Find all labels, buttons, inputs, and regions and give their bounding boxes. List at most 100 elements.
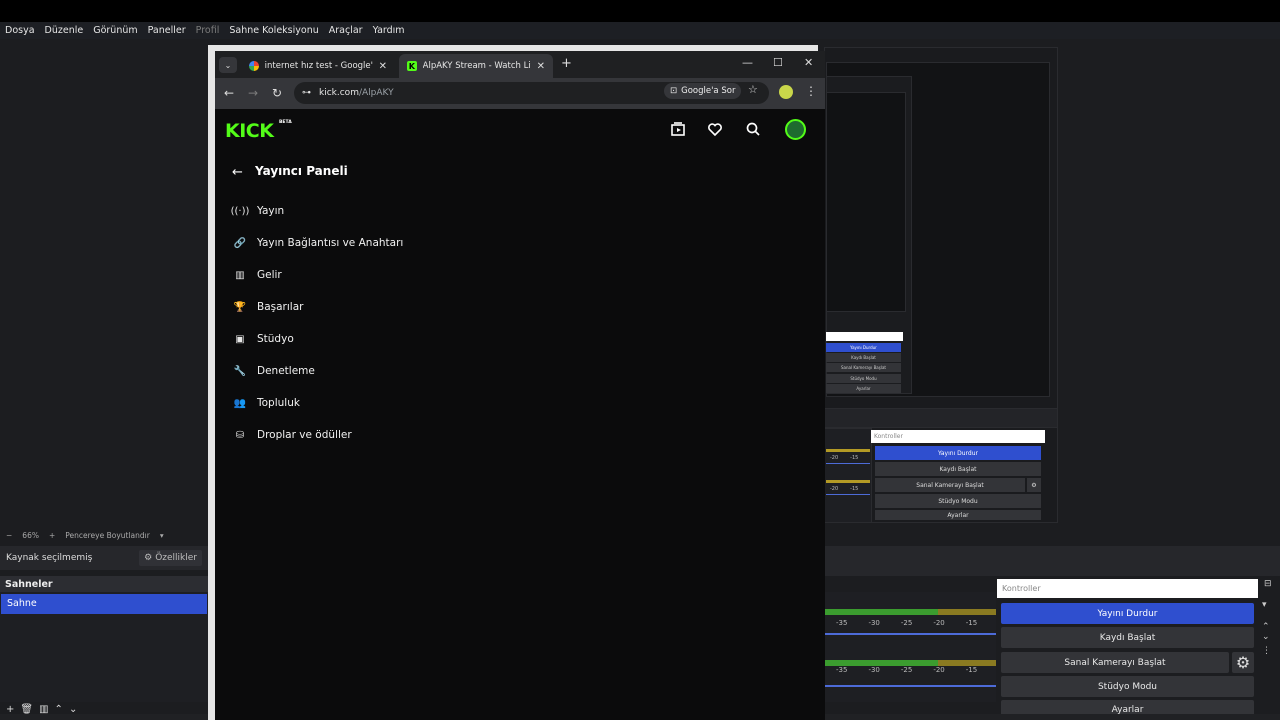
kick-logo[interactable]: KICK [225,120,274,142]
mini-settings: Ayarlar [875,510,1041,520]
close-icon[interactable]: ✕ [379,61,387,72]
user-avatar[interactable] [785,119,806,140]
menu-label: Droplar ve ödüller [257,429,352,441]
menu-item-basarilar[interactable]: 🏆 Başarılar [233,298,304,316]
zoom-row: − 66% + Pencereye Boyutlandır ▾ [0,529,208,542]
kick-header: KICK BETA [215,109,825,149]
heart-icon[interactable] [707,121,723,137]
nested-preview-inner-3 [826,92,906,312]
filter-icon[interactable]: ▥ [39,704,48,715]
chrome-profile-avatar[interactable] [779,85,793,99]
dock-header-bar [824,546,1280,576]
chevron-up-icon[interactable]: ⌃ [1262,622,1270,632]
zoom-out-button[interactable]: − [6,531,12,540]
menu-yardim[interactable]: Yardım [373,25,405,36]
stop-stream-button[interactable]: Yayını Durdur [1001,603,1254,624]
google-lens-button[interactable]: ⊡ Google'a Sor [664,83,742,99]
chevron-down-icon[interactable]: ▾ [160,531,164,540]
menu-profil[interactable]: Profil [196,25,220,36]
url-path: /AlpAKY [358,88,394,98]
broadcast-icon: ((·)) [230,205,250,217]
maximize-icon[interactable]: ☐ [773,56,783,69]
menu-item-topluluk[interactable]: 👥 Topluluk [233,394,300,412]
properties-button[interactable]: ⚙ Özellikler [139,550,202,566]
zoom-in-button[interactable]: + [49,531,55,540]
menu-item-denetleme[interactable]: 🔧 Denetleme [233,362,315,380]
scroll-down-icon[interactable]: ▾ [1262,600,1267,610]
nested-mixer [824,428,872,523]
no-source-label: Kaynak seçilmemiş [6,553,93,563]
start-virtual-cam-button[interactable]: Sanal Kamerayı Başlat [1001,652,1229,673]
url-host: kick.com [319,88,359,98]
trophy-icon: 🏆 [233,301,247,313]
tab-google[interactable]: internet hız test - Google'da Ar ✕ [241,54,395,78]
volume-slider-2[interactable] [824,685,996,687]
mini-controls-title: Kontroller [871,430,1045,443]
menu-sahne-koleksiyonu[interactable]: Sahne Koleksiyonu [229,25,318,36]
menu-label: Gelir [257,269,282,281]
tab-kick[interactable]: K AlpAKY Stream - Watch Live on ✕ [399,54,553,78]
mini-meter-scale-2: -20 -15 [830,486,859,492]
menu-araclar[interactable]: Araçlar [329,25,363,36]
chrome-menu-icon[interactable]: ⋮ [805,84,817,98]
menu-paneller[interactable]: Paneller [148,25,186,36]
meter-scale-1: -35 -30 -25 -20 -15 [836,619,978,627]
tiny-stop-stream: Yayını Durdur [826,343,901,352]
drops-icon: ⛁ [235,429,245,441]
menu-duzenle[interactable]: Düzenle [45,25,84,36]
tiny-virtual-cam: Sanal Kamerayı Başlat [826,363,901,372]
scene-list: Sahne [0,592,208,702]
minimize-icon[interactable]: — [742,56,753,69]
meter-scale-2: -35 -30 -25 -20 -15 [836,666,978,674]
virtual-cam-settings-gear-icon[interactable]: ⚙ [1232,652,1254,673]
back-arrow-icon[interactable]: ← [232,165,243,180]
mini-start-recording: Kaydı Başlat [875,462,1041,476]
search-icon[interactable] [745,121,761,137]
scene-item[interactable]: Sahne [1,594,207,614]
menu-gorunum[interactable]: Görünüm [93,25,137,36]
menu-item-stream-key[interactable]: 🔗 Yayın Bağlantısı ve Anahtarı [233,234,404,252]
bar-chart-icon: ▥ [235,269,245,281]
zoom-value: 66% [22,531,39,540]
menu-item-gelir[interactable]: ▥ Gelir [233,266,282,284]
tab-search-icon[interactable]: ⌄ [219,57,237,73]
nested-toolbar [824,408,1058,428]
menu-dosya[interactable]: Dosya [5,25,35,36]
tiny-start-recording: Kaydı Başlat [826,353,901,362]
move-up-icon[interactable]: ⌃ [55,704,63,715]
window-close-icon[interactable]: ✕ [804,56,813,69]
lens-icon: ⊡ [670,86,678,96]
fit-to-window[interactable]: Pencereye Boyutlandır [65,531,150,540]
mini-virtual-cam: Sanal Kamerayı Başlat [875,478,1025,492]
studio-icon: ▣ [235,333,245,345]
studio-mode-button[interactable]: Stüdyo Modu [1001,676,1254,697]
following-video-icon[interactable] [670,121,686,137]
more-vert-icon[interactable]: ⋮ [1262,646,1271,656]
link-icon: 🔗 [233,237,247,249]
trash-icon[interactable]: 🗑 [20,704,33,715]
site-info-icon[interactable]: ⊶ [302,88,311,98]
close-icon[interactable]: ✕ [537,61,545,72]
gear-icon: ⚙ [144,553,153,563]
start-recording-button[interactable]: Kaydı Başlat [1001,627,1254,648]
move-down-icon[interactable]: ⌄ [69,704,77,715]
panel-title: Yayıncı Paneli [255,164,348,178]
dock-float-icon[interactable]: ⊟ [1264,579,1272,589]
forward-arrow-icon[interactable]: → [248,86,258,100]
menu-label: Topluluk [257,397,300,409]
back-arrow-icon[interactable]: ← [224,86,234,100]
menu-item-droplar[interactable]: ⛁ Droplar ve ödüller [233,426,352,444]
volume-slider-1[interactable] [824,633,996,635]
add-icon[interactable]: + [6,704,14,715]
new-tab-icon[interactable]: + [561,56,572,71]
tab-title: AlpAKY Stream - Watch Live on [422,61,531,71]
menu-item-yayin[interactable]: ((·)) Yayın [230,202,285,220]
bookmark-star-icon[interactable]: ☆ [748,83,758,96]
menu-item-studyo[interactable]: ▣ Stüdyo [233,330,293,348]
menu-label: Yayın Bağlantısı ve Anahtarı [257,237,404,249]
wrench-icon: 🔧 [233,365,247,377]
kick-beta-badge: BETA [279,120,292,125]
chevron-down-icon[interactable]: ⌄ [1262,632,1270,642]
google-icon [249,61,259,71]
reload-icon[interactable]: ↻ [272,86,282,100]
